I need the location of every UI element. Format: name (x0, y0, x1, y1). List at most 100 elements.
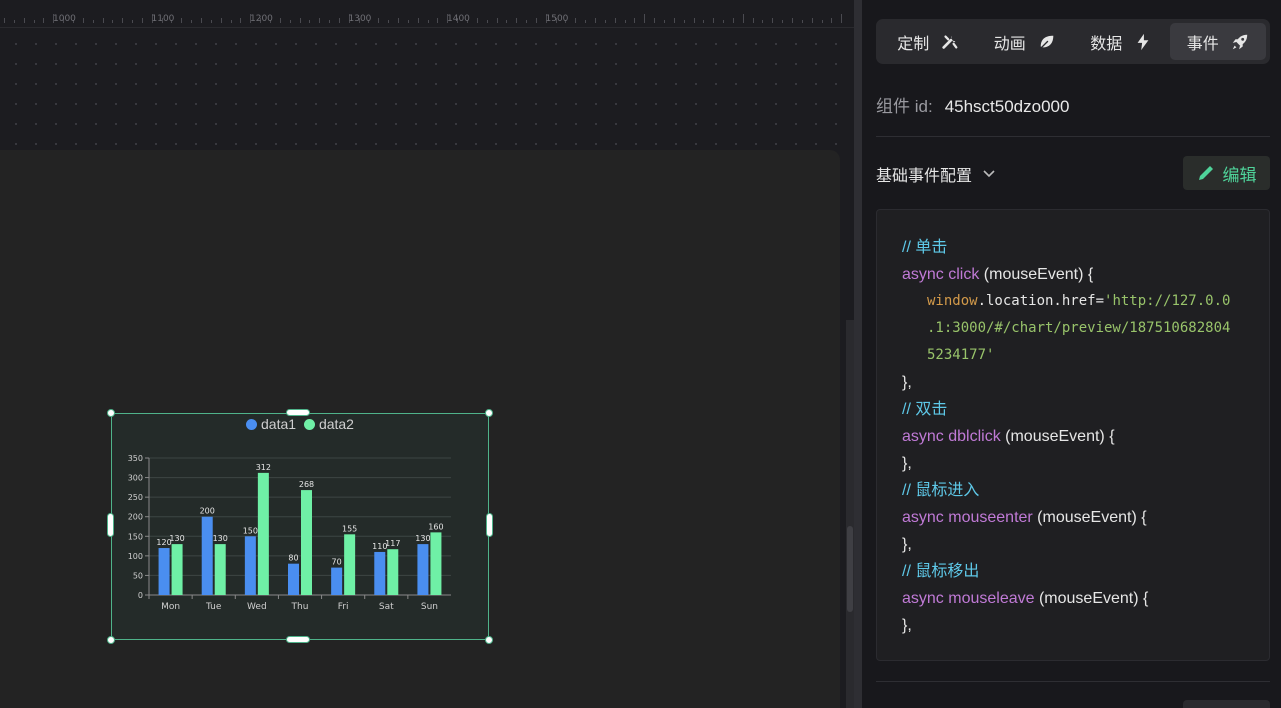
tab-data[interactable]: 数据 (1073, 23, 1170, 60)
resize-handle-top-right[interactable] (485, 409, 493, 417)
ruler-tick (762, 20, 764, 23)
divider (876, 136, 1270, 137)
code-args: (mouseEvent) { (1034, 590, 1149, 607)
ruler-tick (831, 18, 833, 23)
ruler-tick (634, 18, 636, 23)
tab-custom[interactable]: 定制 (880, 23, 977, 60)
resize-handle-bottom[interactable] (286, 636, 310, 643)
editor-root: 1000 1100 1200 1300 1400 1500 data1 data2 0 50… (0, 0, 1281, 708)
code-string: 'http://127.0.0 (1104, 293, 1231, 309)
x-tick-label: Fri (338, 602, 349, 612)
code-line: async mouseenter (mouseEvent) { (902, 504, 1269, 531)
bar-data-label: 200 (200, 507, 215, 516)
ruler-tick (585, 20, 587, 23)
bar-data2 (214, 544, 226, 595)
bar-data-label: 160 (428, 522, 443, 531)
tab-custom-label: 定制 (897, 35, 930, 53)
chart-component[interactable]: data1 data2 0 50 100 150 200 250 300 350 Mon 120 1… (111, 413, 489, 640)
bar-data-label: 70 (332, 558, 342, 567)
y-tick-label: 50 (133, 571, 143, 580)
ruler-tick (752, 18, 754, 23)
bar-data2 (301, 490, 312, 595)
ruler-tick (732, 18, 734, 23)
code-comment: // 单击 (902, 239, 948, 256)
code-keyword: async click (902, 266, 980, 283)
scrollbar-thumb[interactable] (847, 526, 853, 612)
code-comment: // 鼠标移出 (902, 563, 980, 580)
ruler-tick (407, 20, 409, 23)
x-tick-label: Thu (291, 602, 309, 612)
code-comment: // 双击 (902, 401, 948, 418)
resize-handle-left[interactable] (107, 513, 114, 537)
event-config-toggle[interactable]: 基础事件配置 (876, 162, 996, 186)
ruler-tick (801, 20, 803, 23)
resize-handle-bottom-right[interactable] (485, 636, 493, 644)
code-line: window.location.href='http://127.0.0 (902, 288, 1269, 315)
code-line: }, (902, 374, 912, 391)
y-tick-label: 150 (128, 532, 143, 541)
lightning-icon (1137, 33, 1149, 50)
component-id-value: 45hsct50dzo000 (944, 97, 1070, 116)
bar-data1 (288, 563, 299, 595)
tab-event[interactable]: 事件 (1169, 23, 1266, 60)
code-string: 5234177' (927, 347, 995, 363)
code-line: }, (902, 617, 912, 634)
ruler-tick (841, 14, 843, 23)
ruler-label: 1100 (151, 14, 175, 24)
canvas-dot-grid (0, 28, 862, 150)
bar-data-label: 268 (299, 480, 314, 489)
y-tick-label: 300 (128, 474, 143, 483)
bar-data-label: 155 (342, 524, 357, 533)
code-line: async dblclick (mouseEvent) { (902, 423, 1269, 450)
ruler-tick (319, 18, 321, 23)
ruler-tick (792, 18, 793, 23)
ruler-tick (92, 20, 94, 23)
ruler-tick (476, 18, 478, 23)
canvas-scrollbar[interactable] (846, 320, 854, 708)
bar-data-label: 130 (213, 534, 228, 543)
code-args: (mouseEvent) { (1000, 428, 1115, 445)
resize-handle-top-left[interactable] (107, 409, 115, 417)
ruler-tick (43, 18, 45, 23)
ruler-tick (309, 20, 311, 23)
ruler-label: 1200 (250, 14, 273, 24)
ruler-tick (388, 20, 390, 23)
edit-button[interactable]: 编辑 (1183, 156, 1270, 190)
ruler-tick (683, 20, 685, 23)
ruler-tick (338, 18, 340, 23)
ruler-tick (398, 18, 399, 23)
component-id-label: 组件 id: (876, 97, 933, 116)
code-line: async mouseleave (mouseEvent) { (902, 585, 1269, 612)
ruler-tick (122, 18, 124, 23)
ruler-tick (575, 18, 577, 23)
y-tick-label: 0 (138, 591, 143, 600)
x-tick-label: Tue (205, 602, 222, 612)
ruler-tick (220, 18, 222, 23)
ruler-tick (772, 18, 774, 23)
advanced-edit-button[interactable] (1183, 700, 1270, 708)
code-line: async click (mouseEvent) { (902, 261, 1269, 288)
ruler-tick (742, 14, 744, 23)
panel-divider[interactable] (854, 0, 862, 708)
y-tick-label: 100 (128, 552, 143, 561)
tab-animation[interactable]: 动画 (977, 23, 1074, 60)
code-line: }, (902, 536, 912, 553)
code-args: (mouseEvent) { (979, 266, 1094, 283)
ruler-label: 1400 (447, 14, 470, 24)
ruler-tick (210, 20, 212, 23)
bar-data1 (417, 544, 429, 595)
bar-data2 (430, 532, 442, 595)
bar-data1 (331, 567, 343, 595)
y-tick-label: 200 (128, 513, 143, 522)
bar-data-label: 150 (243, 526, 258, 535)
tab-data-label: 数据 (1090, 35, 1123, 53)
ruler-tick (506, 20, 508, 23)
ruler-tick (535, 18, 537, 23)
side-panel: 定制 动画 数据 事件 组件 id: 45hsct50dzo000 基础事件配置… (862, 0, 1281, 708)
ruler-tick (329, 20, 331, 23)
resize-handle-top[interactable] (286, 409, 310, 416)
resize-handle-bottom-left[interactable] (107, 636, 115, 644)
bar-data-label: 130 (169, 534, 184, 543)
ruler-tick (614, 18, 616, 23)
resize-handle-right[interactable] (486, 513, 493, 537)
